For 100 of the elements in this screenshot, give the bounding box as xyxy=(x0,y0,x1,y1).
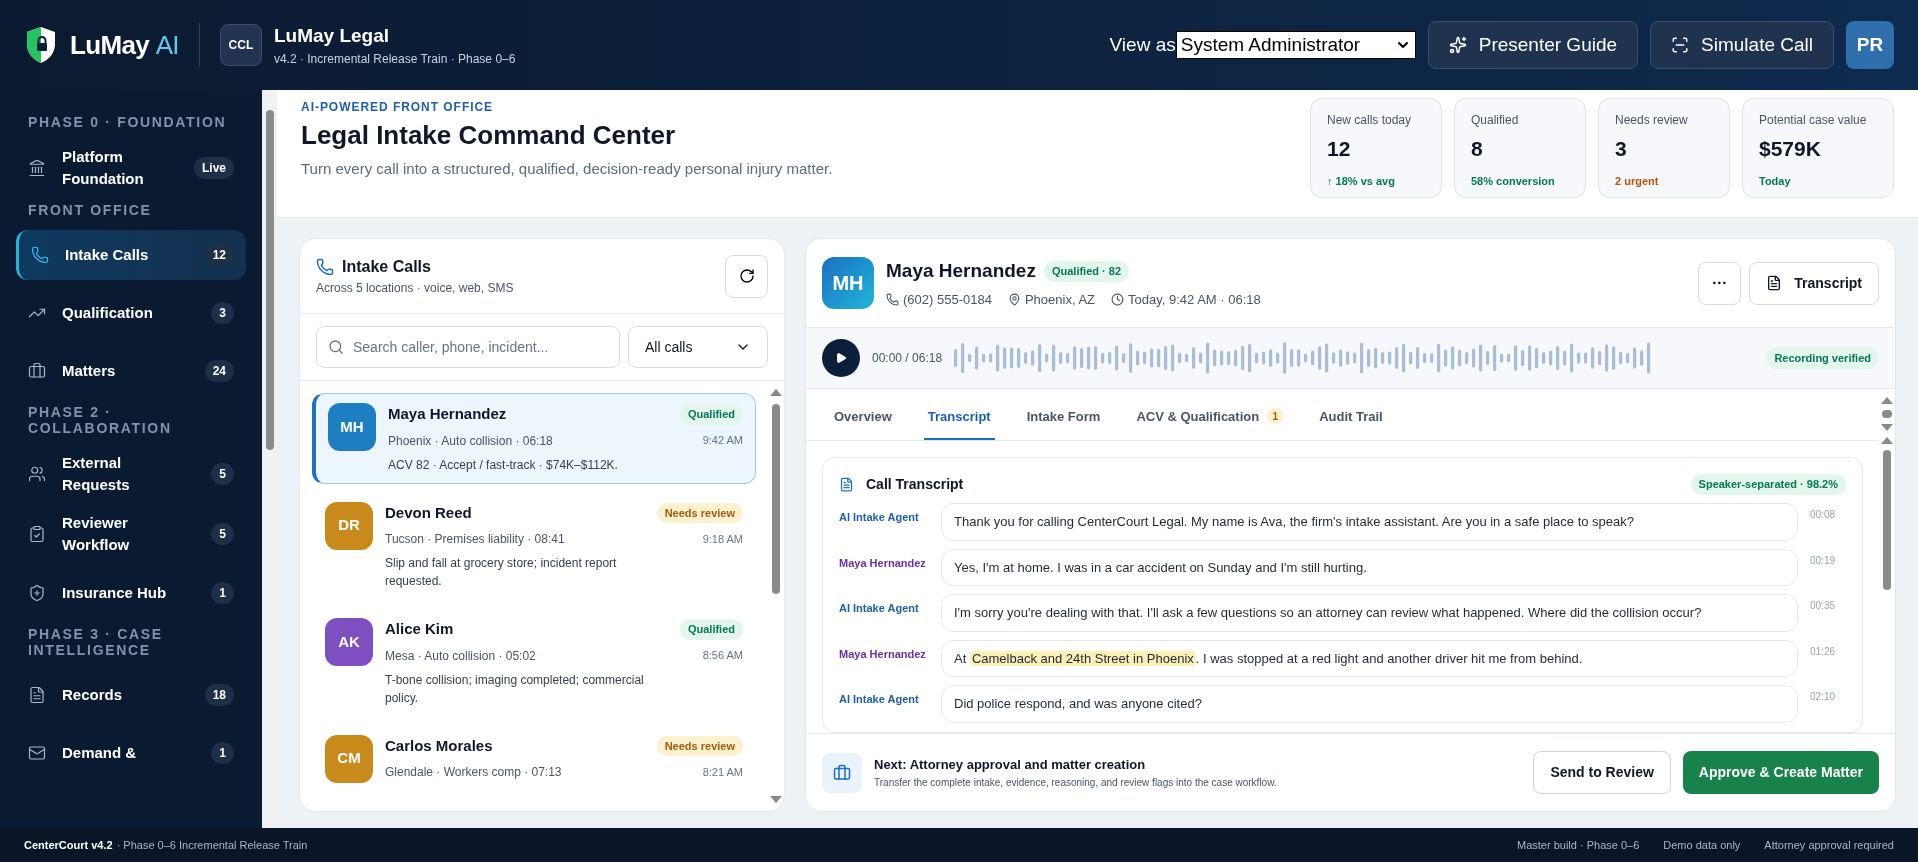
count-badge: 12 xyxy=(204,244,234,266)
briefcase-icon xyxy=(28,362,46,380)
section-heading: FRONT OFFICE xyxy=(27,202,153,218)
location: Phoenix, AZ xyxy=(1024,290,1095,309)
status-badge: Needs review xyxy=(656,502,743,523)
playback-time: 00:00 / 06:18 xyxy=(872,350,943,367)
document-icon xyxy=(1766,275,1783,291)
call-card[interactable]: DR Devon Reed Needs review Tucson · Premises liability · 08:41 9:18 AM Slip and fall at grocery store; incident report requested. xyxy=(312,491,756,600)
search-field[interactable]: Search caller, phone, incident... xyxy=(316,326,620,368)
section-heading: PHASE 0 · FOUNDATION xyxy=(27,114,228,130)
simulate-call-button[interactable]: Simulate Call xyxy=(1650,21,1834,69)
caller-avatar: AK xyxy=(325,618,373,666)
nav-item[interactable]: Platform Foundation Live xyxy=(16,142,246,194)
next-step-text: Transfer the complete intake, evidence, reasoning, and review flags into the case workflow. xyxy=(874,775,1277,790)
scroll-up-icon[interactable] xyxy=(1881,397,1893,404)
app-badge: CCL xyxy=(219,24,262,66)
panel-subtitle: Across 5 locations · voice, web, SMS xyxy=(316,280,514,297)
status-item: Attorney approval required xyxy=(1764,837,1894,853)
app-subtitle: v4.2 · Incremental Release Train · Phase 0–6 xyxy=(273,51,516,69)
call-summary: ACV 82 · Accept / fast-track · $74K–$112K. xyxy=(388,456,619,474)
nav-item[interactable]: Records 18 xyxy=(16,670,246,720)
nav-item[interactable]: Matters 24 xyxy=(16,346,246,396)
nav-item[interactable]: Demand & 1 xyxy=(16,728,246,778)
message-bubble: At Camelback and 24th Street in Phoenix. I was stopped at a red light and another driver hit me from behind. xyxy=(941,639,1798,677)
scrollbar-thumb[interactable] xyxy=(1883,450,1891,590)
nav-item[interactable]: Qualification 3 xyxy=(16,288,246,338)
view-as-label: View as xyxy=(1109,32,1176,57)
product-version: CenterCourt v4.2 xyxy=(24,837,113,853)
approve-button[interactable]: Approve & Create Matter xyxy=(1682,751,1879,794)
phone-icon xyxy=(316,258,334,276)
user-avatar[interactable]: PR xyxy=(1846,21,1894,69)
release-name: · Phase 0–6 Incremental Release Train xyxy=(116,837,308,853)
count-badge: 1 xyxy=(211,742,234,764)
caller-avatar: MH xyxy=(328,403,376,451)
call-time: 9:42 AM xyxy=(702,433,743,449)
scrollbar-thumb[interactable] xyxy=(772,404,780,594)
timestamp: 00:35 xyxy=(1810,599,1837,613)
stat-card: Needs review 3 2 urgent xyxy=(1598,98,1730,198)
role-select[interactable]: System Administrator xyxy=(1175,31,1416,59)
tab[interactable]: Transcript xyxy=(923,406,995,440)
call-meta: Mesa · Auto collision · 05:02 xyxy=(385,647,536,665)
accuracy-badge: Speaker-separated · 98.2% xyxy=(1690,474,1846,495)
call-meta: Glendale · Workers comp · 07:13 xyxy=(385,764,562,781)
speaker-label: AI Intake Agent xyxy=(839,601,920,616)
scroll-down-icon[interactable] xyxy=(770,796,782,803)
presenter-guide-button[interactable]: Presenter Guide xyxy=(1427,21,1639,69)
more-button[interactable]: ··· xyxy=(1698,261,1742,305)
call-time: 8:56 AM xyxy=(702,648,743,664)
speaker-label: Maya Hernandez xyxy=(839,555,927,571)
count-badge: 24 xyxy=(204,360,234,382)
refresh-icon xyxy=(738,268,755,284)
scroll-up-icon[interactable] xyxy=(770,389,782,396)
caller-name: Alice Kim xyxy=(385,619,454,639)
scrollbar-thumb[interactable] xyxy=(265,110,274,450)
send-to-review-button[interactable]: Send to Review xyxy=(1533,751,1671,794)
speaker-label: AI Intake Agent xyxy=(839,510,920,525)
status-item: Master build · Phase 0–6 xyxy=(1517,837,1640,853)
tab[interactable]: Overview xyxy=(830,406,896,440)
section-heading: PHASE 2 · COLLABORATION xyxy=(27,404,173,436)
shield-plus-icon xyxy=(28,584,46,602)
count-badge: 5 xyxy=(211,463,234,485)
tab[interactable]: Intake Form xyxy=(1022,406,1105,440)
clock-icon xyxy=(1111,292,1124,306)
caller-avatar: CM xyxy=(325,734,373,783)
count-badge: 18 xyxy=(204,684,234,706)
filter-select[interactable]: All calls xyxy=(628,326,768,368)
page-subtitle: Turn every call into a structured, qualified, decision-ready personal injury matter. xyxy=(301,159,833,179)
transcript-button[interactable]: Transcript xyxy=(1749,261,1879,305)
tab[interactable]: Audit Trail xyxy=(1315,406,1387,440)
caller-name: Maya Hernandez xyxy=(886,259,1036,283)
caller-avatar: DR xyxy=(325,501,373,550)
message-bubble: I'm sorry you're dealing with that. I'll ask a few questions so an attorney can review what happened. Where did the collision occur? xyxy=(941,594,1798,632)
call-card[interactable]: CM Carlos Morales Needs review Glendale · Workers comp · 07:13 8:21 AM xyxy=(312,724,756,793)
envelope-icon xyxy=(28,744,46,762)
building-icon xyxy=(28,159,46,177)
caller-name: Devon Reed xyxy=(385,502,472,523)
scroll-up-icon[interactable] xyxy=(1881,437,1893,444)
nav-item[interactable]: Intake Calls 12 xyxy=(16,230,246,280)
pin-icon xyxy=(1007,292,1021,306)
caller-avatar: MH xyxy=(822,257,874,309)
refresh-button[interactable] xyxy=(725,254,768,298)
caller-name: Maya Hernandez xyxy=(388,404,507,424)
scrollbar-thumb[interactable] xyxy=(1882,410,1892,418)
timestamp: 01:26 xyxy=(1810,644,1837,659)
nav-item[interactable]: Insurance Hub 1 xyxy=(16,568,246,618)
call-meta: Phoenix · Auto collision · 06:18 xyxy=(388,432,553,450)
scroll-down-icon[interactable] xyxy=(1881,424,1893,431)
nav-item[interactable]: Reviewer Workflow 5 xyxy=(16,508,246,560)
call-time: 8:21 AM xyxy=(702,764,743,780)
card-title: Call Transcript xyxy=(866,475,964,494)
logo-icon xyxy=(24,25,58,65)
play-button[interactable] xyxy=(822,339,860,377)
status-badge: Qualified xyxy=(679,619,743,640)
nav-item[interactable]: External Requests 5 xyxy=(16,448,246,500)
document-icon xyxy=(28,686,46,704)
call-card[interactable]: MH Maya Hernandez Qualified Phoenix · Auto collision · 06:18 9:42 AM ACV 82 · Accept / fast-track · $74K–$112K. xyxy=(312,393,756,484)
call-card[interactable]: AK Alice Kim Qualified Mesa · Auto collision · 05:02 8:56 AM T-bone collision; imaging completed; commercial policy. xyxy=(312,608,756,717)
timestamp: 00:08 xyxy=(1810,508,1837,522)
tab[interactable]: ACV & Qualification 1 xyxy=(1132,406,1288,440)
count-badge: 1 xyxy=(211,582,234,604)
